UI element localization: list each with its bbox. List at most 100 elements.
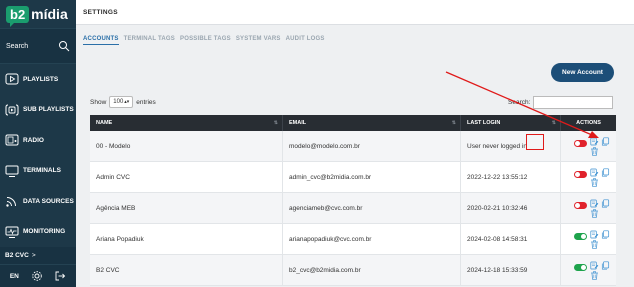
trash-icon[interactable] (590, 270, 599, 280)
table-search-label: Search: (508, 99, 531, 106)
status-toggle[interactable] (573, 201, 587, 209)
cell-last-login: 2024-12-18 15:33:59 (461, 254, 561, 286)
edit-icon[interactable] (589, 261, 599, 270)
table-search: Search: (508, 96, 614, 109)
table-row: Ariana Popadiuk arianapopadiuk@cvc.com.b… (90, 223, 616, 255)
sidebar-search[interactable]: Search (0, 28, 76, 64)
sidebar-item-monitoring[interactable]: MONITORING (0, 217, 76, 248)
play-icon (5, 73, 19, 85)
cell-email: b2_cvc@b2midia.com.br (283, 254, 461, 286)
toggle-knob (574, 140, 580, 146)
table-body: 00 - Modelo modelo@modelo.com.br User ne… (90, 130, 616, 286)
cell-name: Ariana Popadiuk (90, 223, 283, 255)
copy-icon[interactable] (601, 198, 610, 208)
status-toggle[interactable] (573, 232, 587, 240)
client-selector[interactable]: B2 CVC > (0, 247, 76, 265)
table-row: Admin CVC admin_cvc@b2midia.com.br 2022-… (90, 161, 616, 193)
edit-icon[interactable] (589, 199, 599, 208)
new-account-button[interactable]: New Account (551, 63, 614, 82)
edit-icon[interactable] (589, 168, 599, 177)
table-row: Agência MEB agenciameb@cvc.com.br 2020-0… (90, 192, 616, 224)
cell-actions (561, 131, 616, 162)
cell-last-login: User never logged in (461, 130, 561, 162)
tab-system-vars[interactable]: SYSTEM VARS (236, 36, 281, 45)
table-row: B2 CVC b2_cvc@b2midia.com.br 2024-12-18 … (90, 254, 616, 286)
tab-possible-tags[interactable]: POSSIBLE TAGS (180, 36, 231, 45)
tab-terminal-tags[interactable]: TERMINAL TAGS (124, 36, 175, 45)
toggle-knob (580, 233, 586, 239)
sidebar-item-radio[interactable]: RADIO (0, 125, 76, 156)
cell-actions (561, 193, 616, 224)
cell-email: arianapopadiuk@cvc.com.br (283, 223, 461, 255)
logout-icon[interactable] (54, 270, 66, 282)
cell-last-login: 2020-02-21 10:32:46 (461, 192, 561, 224)
logo[interactable]: b2 mídia (0, 0, 76, 28)
column-header-email[interactable]: EMAIL ⇅ (283, 115, 461, 131)
settings-content: ACCOUNTS TERMINAL TAGS POSSIBLE TAGS SYS… (76, 26, 634, 287)
column-header-last-login[interactable]: LAST LOGIN ⇅ (461, 115, 561, 131)
sidebar-item-playlists[interactable]: PLAYLISTS (0, 64, 76, 95)
entries-label: entries (136, 98, 156, 106)
settings-tabs: ACCOUNTS TERMINAL TAGS POSSIBLE TAGS SYS… (83, 36, 325, 45)
column-header-label: EMAIL (289, 120, 307, 126)
sidebar-footer: B2 CVC > EN (0, 247, 76, 287)
page-size-select[interactable]: 100 ▴▾ (109, 96, 134, 108)
trash-icon[interactable] (590, 208, 599, 218)
sort-icon: ⇅ (273, 120, 278, 126)
action-icons (589, 229, 610, 249)
copy-icon[interactable] (601, 260, 610, 270)
chevron-right-icon: > (31, 252, 36, 259)
sidebar-item-terminals[interactable]: TERMINALS (0, 156, 76, 187)
status-toggle[interactable] (573, 170, 587, 178)
page-size-control: Show 100 ▴▾ entries (90, 96, 156, 108)
trash-icon[interactable] (590, 239, 599, 249)
sidebar-item-label: DATA SOURCES (23, 197, 74, 205)
sidebar-search-label: Search (6, 42, 29, 50)
cell-email: agenciameb@cvc.com.br (283, 192, 461, 224)
cell-email: admin_cvc@b2midia.com.br (283, 161, 461, 193)
column-header-name[interactable]: NAME ⇅ (90, 115, 283, 131)
sub-playlist-icon (5, 104, 19, 116)
language-selector[interactable]: EN (10, 273, 19, 280)
sidebar-item-data-sources[interactable]: DATA SOURCES (0, 186, 76, 217)
sort-icon: ⇅ (551, 120, 556, 126)
sidebar: b2 mídia Search PLAYLISTS SUB PLAYLISTS … (0, 0, 76, 287)
sidebar-item-label: SUB PLAYLISTS (23, 106, 74, 114)
trash-icon[interactable] (590, 146, 599, 156)
action-icons (589, 198, 610, 218)
cell-actions (561, 162, 616, 193)
cell-name: Agência MEB (90, 192, 283, 224)
radio-icon (5, 134, 19, 146)
gear-icon[interactable] (31, 270, 43, 282)
column-header-label: LAST LOGIN (467, 120, 501, 126)
action-icons (589, 260, 610, 280)
toggle-knob (580, 264, 586, 270)
table-header: NAME ⇅ EMAIL ⇅ LAST LOGIN ⇅ ACTIONS (90, 115, 616, 131)
trash-icon[interactable] (590, 177, 599, 187)
page-size-value: 100 (113, 99, 124, 105)
show-label: Show (90, 98, 107, 106)
edit-icon[interactable] (589, 137, 599, 146)
copy-icon[interactable] (601, 136, 610, 146)
sidebar-nav: PLAYLISTS SUB PLAYLISTS RADIO TERMINALS … (0, 64, 76, 247)
status-toggle[interactable] (573, 263, 587, 271)
tab-audit-logs[interactable]: AUDIT LOGS (286, 36, 325, 45)
cell-actions (561, 255, 616, 286)
tab-accounts[interactable]: ACCOUNTS (83, 36, 119, 45)
sidebar-bottom-bar: EN (0, 265, 76, 287)
monitor-icon (5, 165, 19, 177)
cell-name: Admin CVC (90, 161, 283, 193)
copy-icon[interactable] (601, 167, 610, 177)
sidebar-item-sub-playlists[interactable]: SUB PLAYLISTS (0, 95, 76, 126)
cell-email: modelo@modelo.com.br (283, 130, 461, 162)
column-header-label: NAME (96, 120, 113, 126)
cell-name: B2 CVC (90, 254, 283, 286)
copy-icon[interactable] (601, 229, 610, 239)
annotation-highlight-box (526, 134, 544, 150)
sidebar-item-label: PLAYLISTS (23, 75, 59, 83)
edit-icon[interactable] (589, 230, 599, 239)
cell-name: 00 - Modelo (90, 130, 283, 162)
status-toggle[interactable] (573, 139, 587, 147)
table-search-input[interactable] (533, 96, 614, 109)
action-icons (589, 167, 610, 187)
